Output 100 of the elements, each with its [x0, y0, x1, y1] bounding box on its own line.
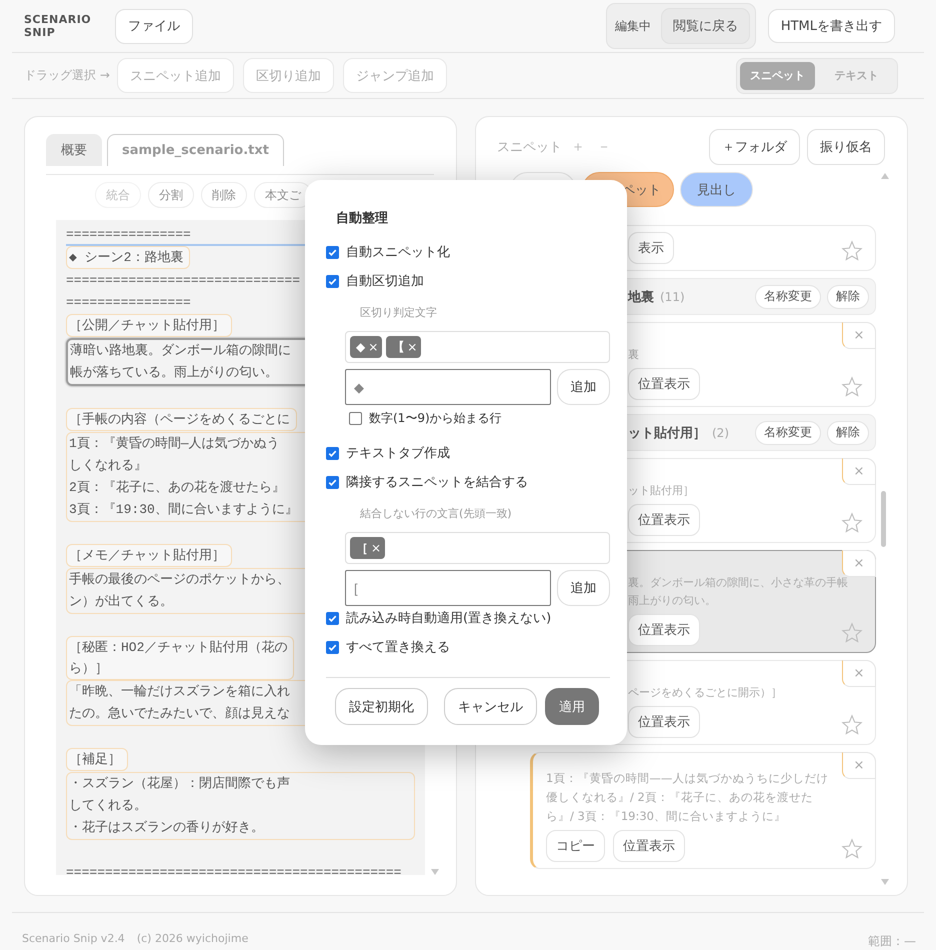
view-mode-button[interactable]: 閲覧に戻る	[660, 8, 750, 44]
folder-action-button[interactable]: 名称変更	[755, 420, 821, 444]
heading-text: ［補足］	[69, 751, 121, 769]
checkbox[interactable]	[326, 476, 339, 488]
tag-text: 【	[392, 338, 404, 356]
star-icon[interactable]	[841, 240, 863, 262]
scroll-down-icon[interactable]	[431, 869, 439, 875]
star-icon[interactable]	[841, 512, 863, 534]
snippet-text: ページをめくるごとに開示）］	[628, 685, 782, 701]
file-tab[interactable]: 概要	[46, 134, 102, 166]
checkbox-label: すべて置き換える	[346, 639, 450, 656]
tag-chip[interactable]: ［ ×	[350, 537, 386, 559]
remove-tag-button[interactable]: ×	[407, 340, 418, 354]
edit-action-button[interactable]: 分割	[148, 182, 194, 208]
snippet-text: 裏。ダンボール箱の隙間に、小さな革の手帳	[628, 575, 848, 591]
add-button[interactable]: 追加	[557, 369, 610, 405]
folder-count: (2)	[712, 426, 729, 440]
snippet-text: ット貼付用］	[628, 483, 694, 499]
star-icon[interactable]	[841, 838, 863, 860]
heading-text: ［秘匿：HO2／チャット貼付用（花の	[69, 639, 288, 657]
edit-action-button[interactable]: 削除	[201, 182, 247, 208]
card-button[interactable]: 表示	[628, 232, 674, 264]
dialog-button[interactable]: 設定初期化	[335, 688, 428, 725]
card-button[interactable]: 位置表示	[628, 706, 700, 738]
scroll-up-icon[interactable]	[881, 173, 889, 179]
scrollbar-thumb[interactable]	[881, 491, 886, 547]
heading-text: ［手帳の内容（ページをめくるごとに	[69, 411, 290, 429]
text-line: 1頁：『黄昏の時間—人は気づかぬう	[69, 435, 280, 453]
card-button[interactable]: コピー	[546, 830, 605, 862]
checkbox[interactable]	[326, 274, 339, 288]
heading-text: ら）］	[69, 660, 108, 678]
text-line: 手帳の最後のページのポケットから、	[69, 571, 290, 589]
tag-chip[interactable]: 【 ×	[386, 336, 422, 358]
dialog-button[interactable]: 適用	[545, 688, 599, 725]
heading-text: ［メモ／チャット貼付用］	[69, 547, 225, 565]
text-line: 帳が落ちている。雨上がりの匂い。	[70, 364, 278, 382]
tag-chip[interactable]: ◆ ×	[350, 336, 382, 358]
separator-line-text: ===========================================	[66, 864, 402, 875]
star-icon[interactable]	[841, 376, 863, 398]
separator-line-text: ==============================	[66, 272, 300, 290]
mode-label: 編集中	[614, 18, 651, 34]
drag-hint: ドラッグ選択 →	[24, 67, 110, 84]
heading-text: ◆ シーン2：路地裏	[69, 249, 184, 267]
dialog-title: 自動整理	[336, 210, 389, 227]
text-line: ン）が出てくる。	[69, 593, 173, 611]
folder-action-button[interactable]: 解除	[827, 284, 869, 308]
snippet-card[interactable]: × 1頁：『黄昏の時間——人は気づかぬうちに少しだけ優しくなれる』/ 2頁：『花子に、あの花を渡せたら』/ 3頁：『19:30、間に合いますように』 コピー 位置表示	[530, 752, 876, 869]
export-button[interactable]: HTMLを書き出す	[768, 9, 895, 43]
card-button[interactable]: 位置表示	[628, 504, 700, 536]
dialog-button[interactable]: キャンセル	[444, 688, 537, 725]
separator-line-text: ================	[66, 294, 191, 312]
snippet-title: スニペット	[497, 138, 562, 156]
checkbox-label: 数字(1〜9)から始まる行	[369, 410, 502, 426]
filter-chip[interactable]: 見出し	[680, 172, 753, 207]
text-line: 2頁：『花子に、あの花を渡せたら』	[69, 479, 285, 497]
checkbox[interactable]	[349, 412, 362, 424]
text-line: たの。急いでたみたいで、顔は見えな	[69, 705, 290, 723]
checkbox[interactable]	[326, 640, 339, 654]
text-line: 「昨晩、一輪だけスズランを箱に入れ	[69, 683, 290, 701]
text-line: 薄暗い路地裏。ダンボール箱の隙間に	[70, 342, 291, 360]
section-label: 結合しない行の文言(先頭一致)	[360, 506, 513, 521]
range-text: 範囲：—	[868, 933, 916, 950]
text-line: ・花子はスズランの香りが好き。	[69, 819, 264, 837]
file-button[interactable]: ファイル	[115, 8, 193, 44]
tag-text: ［	[356, 540, 368, 556]
folder-name: ット貼付用］	[628, 424, 706, 442]
input-field[interactable]: ◆	[345, 369, 551, 405]
card-button[interactable]: 位置表示	[628, 614, 700, 646]
checkbox-label: 自動区切追加	[346, 273, 424, 290]
checkbox[interactable]	[326, 246, 339, 258]
snippet-header-button[interactable]: 振り仮名	[807, 128, 885, 164]
add-button[interactable]: 追加	[557, 570, 610, 606]
remove-tag-button[interactable]: ×	[371, 541, 382, 555]
checkbox-label: 隣接するスニペットを結合する	[346, 474, 528, 491]
heading-text: ［公開／チャット貼付用］	[69, 317, 225, 335]
logo: SCENARIO SNIP	[24, 13, 92, 39]
checkbox[interactable]	[326, 612, 339, 624]
folder-name: 地裏	[628, 288, 654, 306]
app-version: Scenario Snip v2.4	[22, 932, 125, 945]
input-field[interactable]: [	[345, 570, 551, 606]
text-line: しくなれる』	[69, 457, 147, 475]
star-icon[interactable]	[841, 714, 863, 736]
snippet-text: 1頁：『黄昏の時間——人は気づかぬうちに少しだけ優しくなれる』/ 2頁：『花子に、あの花を渡せたら』/ 3頁：『19:30、間に合いますように』	[546, 770, 830, 825]
snippet-text: 裏	[628, 347, 639, 363]
star-icon[interactable]	[841, 622, 863, 644]
folder-count: (11)	[660, 290, 685, 304]
card-button[interactable]: 位置表示	[613, 830, 685, 862]
scroll-down-icon[interactable]	[881, 879, 889, 885]
tag-text: ◆	[356, 340, 366, 354]
snippet-text: 雨上がりの匂い。	[628, 593, 716, 609]
text-line: 3頁：『19:30、間に合いますように』	[69, 501, 298, 519]
text-line: ・スズラン（花屋）：閉店間際でも声	[69, 775, 290, 793]
folder-action-button[interactable]: 解除	[827, 420, 869, 444]
folder-action-button[interactable]: 名称変更	[755, 284, 821, 308]
text-line: してくれる。	[69, 797, 147, 815]
snippet-header-button[interactable]: ＋フォルダ	[709, 128, 800, 164]
card-button[interactable]: 位置表示	[628, 368, 700, 400]
remove-tag-button[interactable]: ×	[368, 340, 378, 354]
copyright-text: (c) 2026 wyichojime	[136, 932, 248, 945]
checkbox[interactable]	[326, 446, 339, 460]
